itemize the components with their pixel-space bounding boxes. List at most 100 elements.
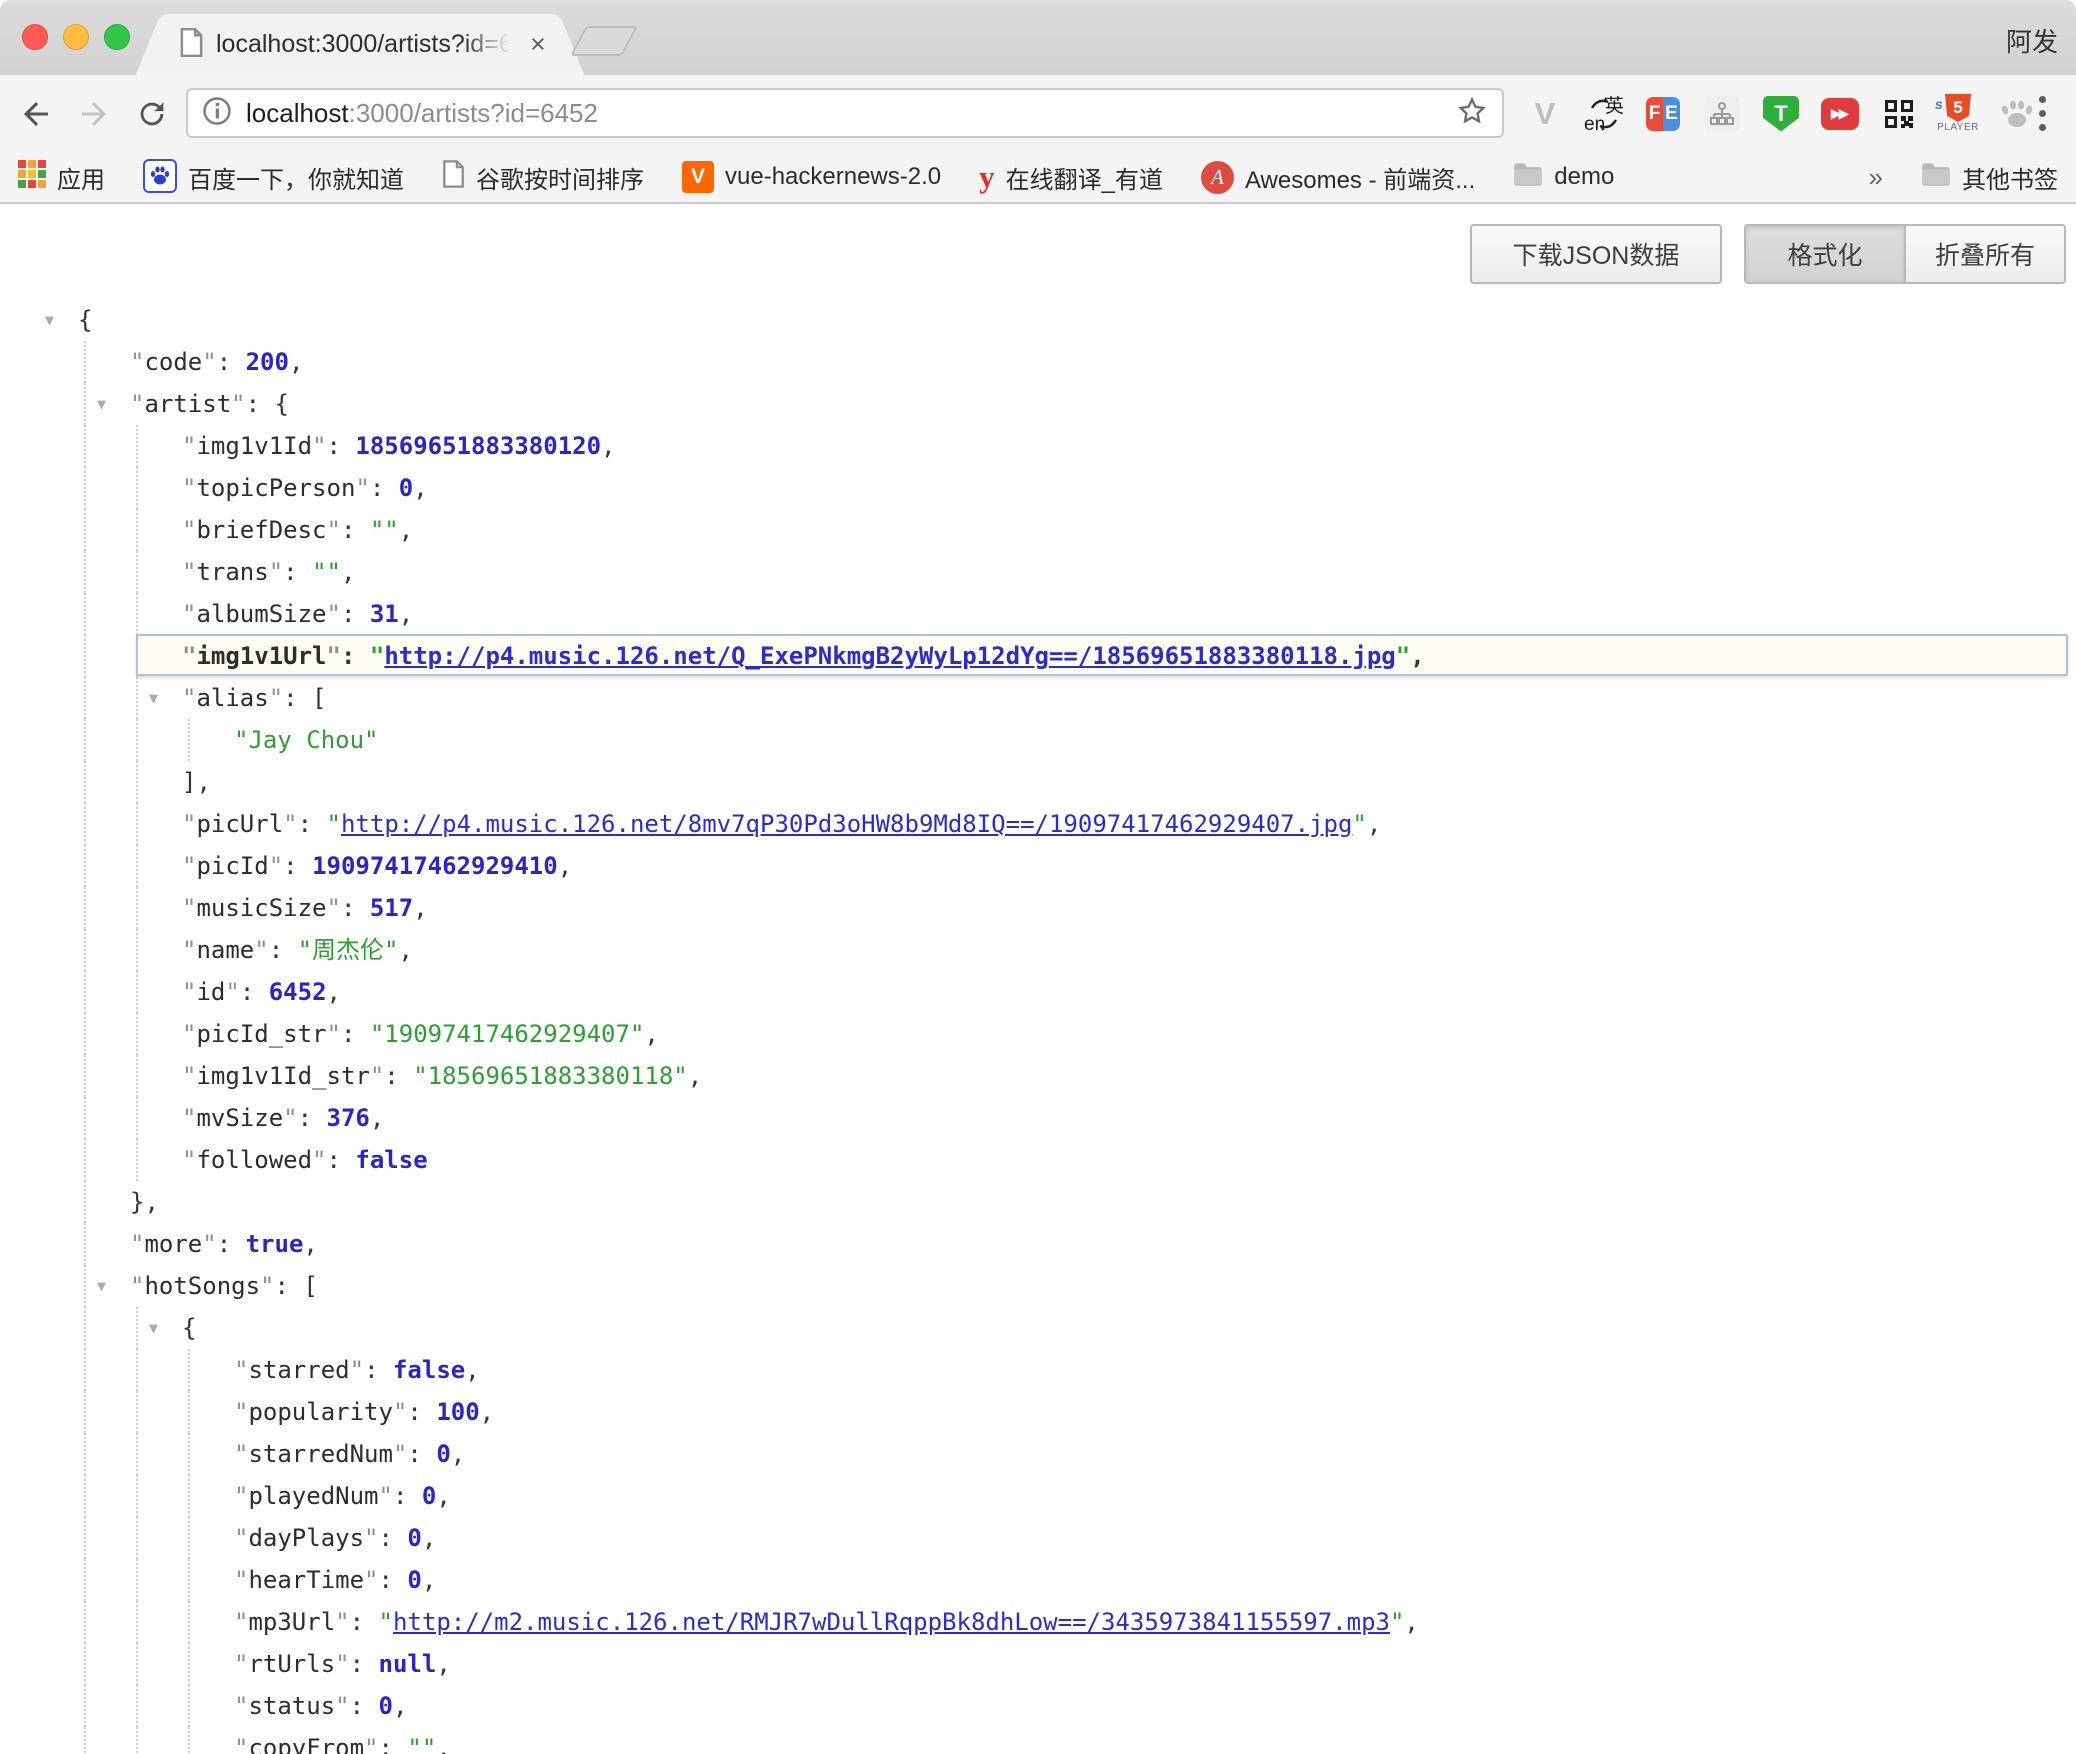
json-url-link[interactable]: http://p4.music.126.net/Q_ExePNkmgB2yWyL… [384, 642, 1395, 670]
json-punctuation: , [413, 474, 427, 502]
json-token: " [182, 600, 196, 628]
collapse-all-button[interactable]: 折叠所有 [1904, 226, 2064, 282]
collapse-triangle-icon[interactable]: ▼ [149, 677, 158, 719]
json-literal-value: true [246, 1230, 304, 1258]
vue-devtools-icon[interactable]: V [1524, 90, 1566, 138]
bookmark-item[interactable]: 百度一下，你就知道 [143, 159, 404, 195]
json-token: " [130, 390, 144, 418]
json-token: " [312, 432, 326, 460]
json-line: ▼"hotSongs": [ [0, 1265, 2076, 1307]
address-bar[interactable]: localhost:3000/artists?id=6452 [186, 88, 1504, 138]
json-key: img1v1Id_str [196, 1062, 369, 1090]
reload-button[interactable] [124, 75, 180, 152]
collapse-triangle-icon[interactable]: ▼ [149, 1307, 158, 1349]
collapse-triangle-icon[interactable]: ▼ [97, 383, 106, 425]
json-token: " [283, 1104, 297, 1132]
minimize-window-button[interactable] [63, 24, 89, 50]
indent-guide [136, 551, 138, 593]
indent-guide [136, 1307, 138, 1349]
indent-guide [136, 1643, 138, 1685]
json-line: }, [0, 1181, 2076, 1223]
json-url-link[interactable]: http://p4.music.126.net/8mv7qP30Pd3oHW8b… [341, 810, 1352, 838]
fullscreen-window-button[interactable] [104, 24, 130, 50]
json-line: "hearTime": 0, [0, 1559, 2076, 1601]
json-key: dayPlays [248, 1524, 364, 1552]
indent-guide [84, 1643, 86, 1685]
indent-guide [136, 1475, 138, 1517]
bookmark-item[interactable]: Vvue-hackernews-2.0 [682, 161, 941, 193]
json-line: "mvSize": 376, [0, 1097, 2076, 1139]
vue-icon: V [682, 161, 714, 193]
page-content: 下载JSON数据 格式化 折叠所有 ▼{"code": 200,▼"artist… [0, 206, 2076, 1754]
indent-guide [136, 845, 138, 887]
indent-guide [84, 425, 86, 467]
tab-close-icon[interactable]: × [530, 31, 546, 58]
json-key: starredNum [248, 1440, 393, 1468]
bookmark-item[interactable]: y在线翻译_有道 [979, 159, 1163, 195]
json-number-value: 0 [422, 1482, 436, 1510]
extensions-row: V 英 en FE T ▶▶ s 5 PLAYER [1524, 75, 2038, 152]
close-window-button[interactable] [22, 24, 48, 50]
json-punctuation: : [269, 936, 298, 964]
profile-name[interactable]: 阿发 [2006, 22, 2058, 59]
bookmark-item[interactable]: 应用 [18, 160, 105, 195]
json-token: " [269, 684, 283, 712]
indent-guide [84, 677, 86, 719]
bookmark-item[interactable]: AAwesomes - 前端资... [1201, 160, 1475, 195]
json-key: picUrl [196, 810, 283, 838]
json-token: " [234, 1692, 248, 1720]
qr-code-icon[interactable] [1878, 90, 1920, 138]
collapse-triangle-icon[interactable]: ▼ [97, 1265, 106, 1307]
new-tab-button[interactable] [570, 26, 638, 56]
json-token: " [182, 894, 196, 922]
url-text[interactable]: localhost:3000/artists?id=6452 [246, 98, 1456, 129]
json-token: " [234, 1398, 248, 1426]
format-button[interactable]: 格式化 [1746, 226, 1904, 282]
html5-player-icon[interactable]: s 5 PLAYER [1937, 90, 1979, 138]
sitemap-icon[interactable] [1701, 90, 1743, 138]
bookmark-item[interactable]: demo [1513, 162, 1614, 193]
tab-active[interactable]: localhost:3000/artists?id=645 × [165, 14, 555, 75]
back-button[interactable] [8, 75, 64, 152]
json-line: "name": "周杰伦", [0, 929, 2076, 971]
bookmarks-overflow-chevron[interactable]: » [1869, 162, 1883, 193]
json-punctuation: , [451, 1440, 465, 1468]
view-mode-button-group: 格式化 折叠所有 [1744, 224, 2066, 284]
translate-icon[interactable]: 英 en [1583, 90, 1625, 138]
json-number-value: 0 [436, 1440, 450, 1468]
collapse-triangle-icon[interactable]: ▼ [45, 299, 54, 341]
other-bookmarks-folder[interactable]: 其他书签 [1921, 160, 2058, 195]
json-url-link[interactable]: http://m2.music.126.net/RMJR7wDullRqppBk… [393, 1608, 1390, 1636]
download-json-button[interactable]: 下载JSON数据 [1470, 224, 1722, 284]
json-punctuation: : [341, 894, 370, 922]
json-punctuation: ], [182, 768, 211, 796]
json-key: picId_str [196, 1020, 326, 1048]
tampermonkey-icon[interactable]: T [1760, 90, 1802, 138]
indent-guide [188, 1727, 190, 1754]
json-token: " [182, 1146, 196, 1174]
json-token: " [234, 1566, 248, 1594]
forward-button[interactable] [66, 75, 122, 152]
indent-guide [84, 1223, 86, 1265]
indent-guide [84, 1349, 86, 1391]
json-punctuation: : [283, 852, 312, 880]
json-token: " [234, 1482, 248, 1510]
json-key: id [196, 978, 225, 1006]
browser-menu-button[interactable] [2022, 75, 2062, 152]
indent-guide [84, 635, 86, 677]
json-punctuation: , [399, 936, 413, 964]
fe-icon[interactable]: FE [1642, 90, 1684, 138]
indent-guide [84, 1055, 86, 1097]
json-token: " [182, 1020, 196, 1048]
bookmark-star-icon[interactable] [1456, 95, 1488, 132]
site-info-icon[interactable] [202, 96, 232, 131]
bookmark-item[interactable]: 谷歌按时间排序 [442, 160, 644, 195]
json-key: musicSize [196, 894, 326, 922]
fast-forward-icon[interactable]: ▶▶ [1819, 90, 1861, 138]
json-line: "playedNum": 0, [0, 1475, 2076, 1517]
json-punctuation: , [436, 1482, 450, 1510]
indent-guide [136, 761, 138, 803]
indent-guide [136, 1517, 138, 1559]
folder-icon [1513, 162, 1543, 193]
json-token: " [370, 1062, 384, 1090]
